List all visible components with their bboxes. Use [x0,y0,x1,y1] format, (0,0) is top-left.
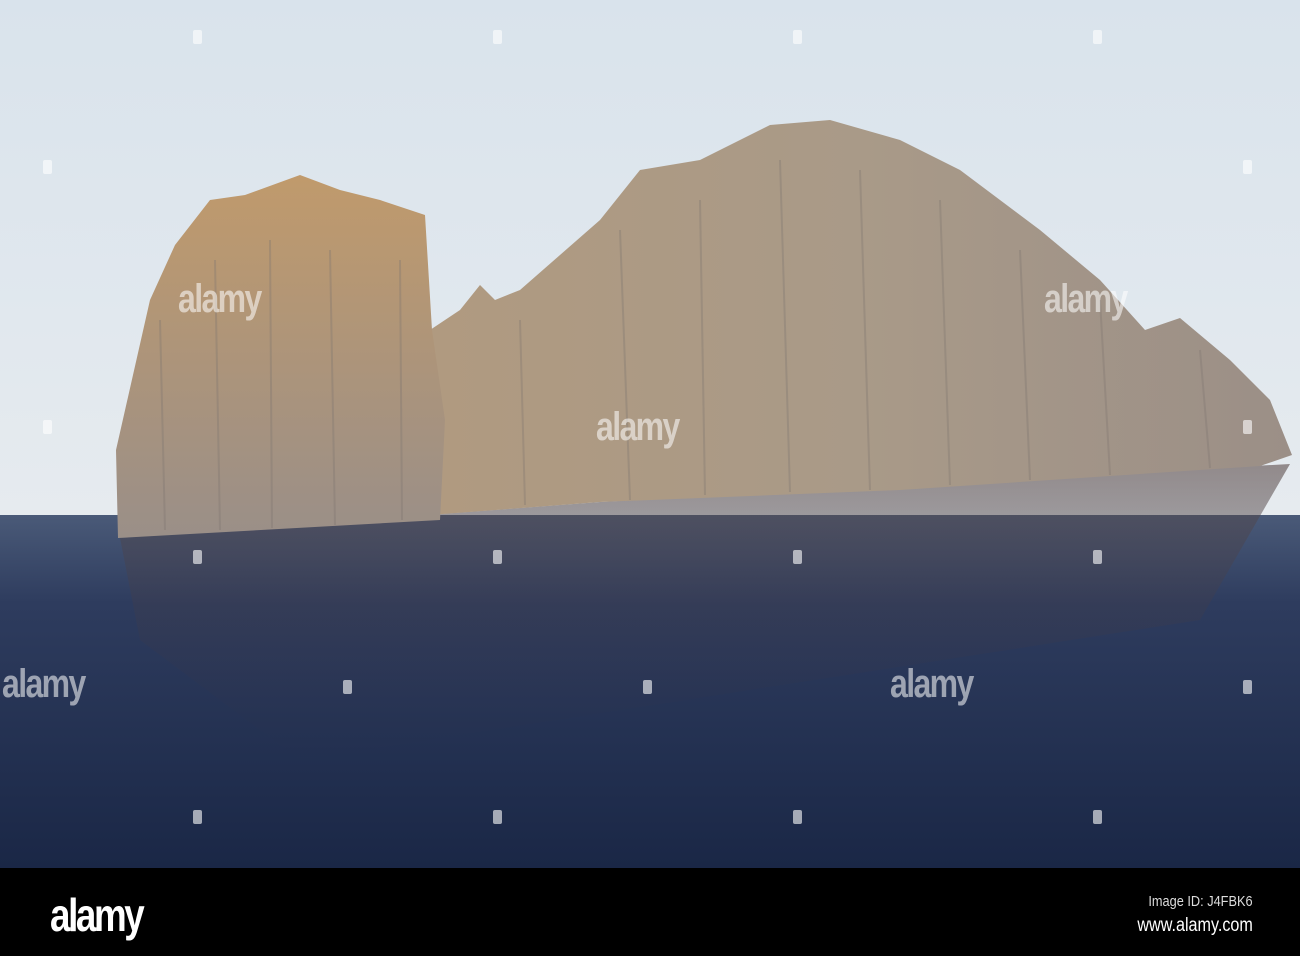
watermark-mark [493,30,502,44]
watermark-mark [193,30,202,44]
watermark-alamy: alamy [1044,277,1128,322]
watermark-text: alamy [596,405,680,449]
footer-bar: alamy Image ID: J4FBK6 www.alamy.com [0,868,1300,956]
watermark-mark [1093,810,1102,824]
watermark-mark [43,420,52,434]
watermark-mark [193,550,202,564]
site-url: www.alamy.com [1137,915,1253,936]
photo: alamy alamy alamy alamy alamy alamy Imag… [0,0,1300,956]
watermark-mark [1093,30,1102,44]
watermark-mark [1243,420,1252,434]
watermark-alamy: alamy [890,662,974,707]
watermark-mark [793,810,802,824]
watermark-alamy: alamy [596,405,680,450]
watermark-mark [193,810,202,824]
watermark-mark [493,810,502,824]
watermark-mark [343,680,352,694]
watermark-mark [1243,680,1252,694]
watermark-mark [1093,550,1102,564]
watermark-mark [793,550,802,564]
alamy-logo: alamy [50,889,145,941]
watermark-text: alamy [2,662,86,706]
watermark-text: alamy [1044,277,1128,321]
watermark-text: alamy [890,662,974,706]
watermark-alamy: alamy [2,662,86,707]
watermark-alamy: alamy [178,277,262,322]
watermark-mark [643,680,652,694]
image-id: Image ID: J4FBK6 [1148,893,1253,910]
watermark-mark [793,30,802,44]
watermark-mark [493,550,502,564]
watermark-mark [43,160,52,174]
watermark-mark [1243,160,1252,174]
watermark-text: alamy [178,277,262,321]
